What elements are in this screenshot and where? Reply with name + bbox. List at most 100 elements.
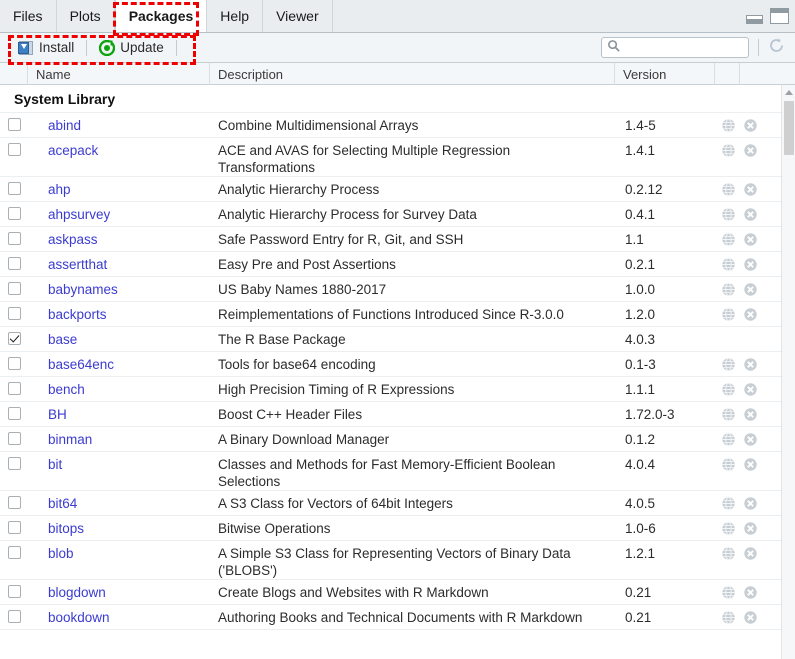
row-checkbox-cell[interactable] — [0, 352, 28, 370]
row-checkbox-cell[interactable] — [0, 516, 28, 534]
package-name-link[interactable]: askpass — [28, 227, 210, 248]
package-checkbox[interactable] — [7, 282, 21, 295]
row-checkbox-cell[interactable] — [0, 605, 28, 623]
package-checkbox[interactable] — [7, 307, 21, 320]
tab-files[interactable]: Files — [0, 0, 57, 32]
table-row[interactable]: bench High Precision Timing of R Expressi… — [0, 377, 781, 402]
remove-circle-icon[interactable] — [743, 232, 758, 247]
package-name-link[interactable]: BH — [28, 402, 210, 423]
table-row[interactable]: BH Boost C++ Header Files 1.72.0-3 — [0, 402, 781, 427]
column-header-name[interactable]: Name — [28, 63, 210, 85]
globe-icon[interactable] — [721, 118, 736, 133]
table-row[interactable]: binman A Binary Download Manager 0.1.2 — [0, 427, 781, 452]
globe-icon[interactable] — [721, 585, 736, 600]
table-row[interactable]: askpass Safe Password Entry for R, Git, a… — [0, 227, 781, 252]
globe-icon[interactable] — [721, 232, 736, 247]
globe-icon[interactable] — [721, 282, 736, 297]
package-checkbox[interactable] — [7, 407, 21, 420]
package-checkbox[interactable] — [7, 521, 21, 534]
package-checkbox[interactable] — [7, 585, 21, 598]
update-button[interactable]: Update — [93, 36, 170, 60]
remove-circle-icon[interactable] — [743, 118, 758, 133]
globe-icon[interactable] — [721, 407, 736, 422]
package-name-link[interactable]: ahpsurvey — [28, 202, 210, 223]
column-header-version[interactable]: Version — [615, 63, 715, 85]
package-checkbox[interactable] — [7, 382, 21, 395]
search-box[interactable] — [601, 37, 749, 58]
globe-icon[interactable] — [721, 382, 736, 397]
refresh-button[interactable] — [765, 37, 787, 59]
package-name-link[interactable]: bench — [28, 377, 210, 398]
package-checkbox[interactable] — [7, 143, 21, 156]
row-checkbox-cell[interactable] — [0, 491, 28, 509]
remove-circle-icon[interactable] — [743, 521, 758, 536]
package-name-link[interactable]: blob — [28, 541, 210, 562]
globe-icon[interactable] — [721, 432, 736, 447]
row-checkbox-cell[interactable] — [0, 177, 28, 195]
minimize-icon[interactable] — [746, 15, 763, 24]
table-row[interactable]: bit64 A S3 Class for Vectors of 64bit Int… — [0, 491, 781, 516]
table-row[interactable]: blob A Simple S3 Class for Representing V… — [0, 541, 781, 580]
remove-circle-icon[interactable] — [743, 257, 758, 272]
globe-icon[interactable] — [721, 546, 736, 561]
package-name-link[interactable]: assertthat — [28, 252, 210, 273]
table-row[interactable]: abind Combine Multidimensional Arrays 1.4-… — [0, 113, 781, 138]
remove-circle-icon[interactable] — [743, 432, 758, 447]
table-row[interactable]: ahpsurvey Analytic Hierarchy Process for … — [0, 202, 781, 227]
row-checkbox-cell[interactable] — [0, 402, 28, 420]
remove-circle-icon[interactable] — [743, 182, 758, 197]
remove-circle-icon[interactable] — [743, 143, 758, 158]
remove-circle-icon[interactable] — [743, 207, 758, 222]
row-checkbox-cell[interactable] — [0, 138, 28, 156]
table-row[interactable]: backports Reimplementations of Functions … — [0, 302, 781, 327]
package-checkbox[interactable] — [7, 182, 21, 195]
remove-circle-icon[interactable] — [743, 457, 758, 472]
remove-circle-icon[interactable] — [743, 585, 758, 600]
remove-circle-icon[interactable] — [743, 357, 758, 372]
table-row[interactable]: base64enc Tools for base64 encoding 0.1-3 — [0, 352, 781, 377]
scroll-down-arrow-icon[interactable] — [782, 654, 795, 659]
tab-plots[interactable]: Plots — [56, 0, 115, 32]
table-row[interactable]: blogdown Create Blogs and Websites with R… — [0, 580, 781, 605]
scrollbar-thumb[interactable] — [784, 101, 794, 155]
package-name-link[interactable]: bitops — [28, 516, 210, 537]
package-checkbox[interactable] — [7, 357, 21, 370]
row-checkbox-cell[interactable] — [0, 302, 28, 320]
table-row[interactable]: bit Classes and Methods for Fast Memory-E… — [0, 452, 781, 491]
table-row[interactable]: bitops Bitwise Operations 1.0-6 — [0, 516, 781, 541]
package-checkbox[interactable] — [7, 232, 21, 245]
globe-icon[interactable] — [721, 357, 736, 372]
row-checkbox-cell[interactable] — [0, 277, 28, 295]
row-checkbox-cell[interactable] — [0, 327, 28, 345]
package-name-link[interactable]: ahp — [28, 177, 210, 198]
table-row[interactable]: base The R Base Package 4.0.3 — [0, 327, 781, 352]
package-name-link[interactable]: acepack — [28, 138, 210, 159]
row-checkbox-cell[interactable] — [0, 541, 28, 559]
package-name-link[interactable]: bit — [28, 452, 210, 473]
globe-icon[interactable] — [721, 496, 736, 511]
remove-circle-icon[interactable] — [743, 307, 758, 322]
row-checkbox-cell[interactable] — [0, 452, 28, 470]
row-checkbox-cell[interactable] — [0, 252, 28, 270]
globe-icon[interactable] — [721, 182, 736, 197]
globe-icon[interactable] — [721, 207, 736, 222]
package-name-link[interactable]: bookdown — [28, 605, 210, 626]
package-checkbox[interactable] — [7, 496, 21, 509]
remove-circle-icon[interactable] — [743, 282, 758, 297]
package-checkbox[interactable] — [7, 332, 21, 345]
table-row[interactable]: ahp Analytic Hierarchy Process 0.2.12 — [0, 177, 781, 202]
package-name-link[interactable]: base64enc — [28, 352, 210, 373]
table-row[interactable]: assertthat Easy Pre and Post Assertions 0.… — [0, 252, 781, 277]
table-row[interactable]: bookdown Authoring Books and Technical Do… — [0, 605, 781, 630]
maximize-icon[interactable] — [770, 8, 789, 24]
table-row[interactable]: babynames US Baby Names 1880-2017 1.0.0 — [0, 277, 781, 302]
globe-icon[interactable] — [721, 307, 736, 322]
globe-icon[interactable] — [721, 610, 736, 625]
search-input[interactable] — [620, 39, 740, 56]
remove-circle-icon[interactable] — [743, 382, 758, 397]
row-checkbox-cell[interactable] — [0, 427, 28, 445]
package-checkbox[interactable] — [7, 610, 21, 623]
package-name-link[interactable]: babynames — [28, 277, 210, 298]
remove-circle-icon[interactable] — [743, 546, 758, 561]
row-checkbox-cell[interactable] — [0, 227, 28, 245]
